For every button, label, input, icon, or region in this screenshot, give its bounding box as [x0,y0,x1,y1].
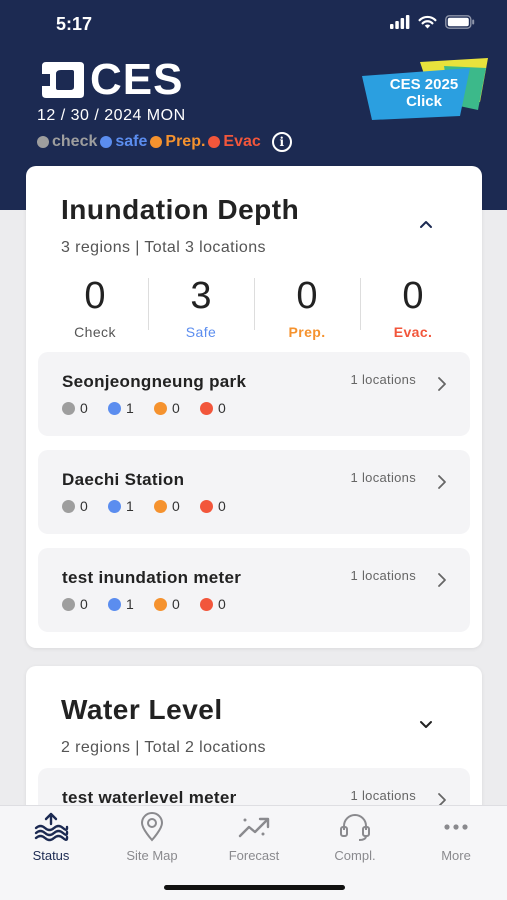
inundation-title: Inundation Depth [61,194,300,225]
more-icon [444,824,468,830]
tab-status[interactable]: Status [6,812,96,863]
water-level-subtitle: 2 regions | Total 2 locations [61,739,266,756]
headset-icon [340,814,370,841]
count-safe: 3 Safe [148,274,254,342]
status-counts: 0 Check 3 Safe 0 Prep. 0 Evac. [42,274,466,342]
status-icons [390,15,475,29]
region-stats: 0 1 0 0 [62,596,246,612]
wifi-icon [418,15,437,29]
tab-label: Status [32,848,70,863]
chevron-down-icon[interactable] [418,716,434,732]
tab-site-map[interactable]: Site Map [107,812,197,863]
logo-mark-icon [38,62,84,98]
region-row-seonjeongneung[interactable]: Seonjeongneung park 1 locations 0 1 0 0 [38,352,470,436]
current-date: 12 / 30 / 2024 MON [37,107,186,124]
region-locations: 1 locations [350,372,416,387]
status-bar: 5:17 [0,0,507,48]
legend-safe: safe [100,133,147,151]
region-locations: 1 locations [350,470,416,485]
region-row-daechi-station[interactable]: Daechi Station 1 locations 0 1 0 0 [38,450,470,534]
chevron-right-icon [438,377,446,391]
region-row-test-inundation-meter[interactable]: test inundation meter 1 locations 0 1 0 … [38,548,470,632]
tab-more[interactable]: More [411,812,501,863]
tab-label: More [441,848,471,863]
tab-forecast[interactable]: Forecast [209,812,299,863]
region-name: test inundation meter [62,568,242,587]
legend-check: check [37,133,97,151]
info-icon[interactable]: i [271,132,292,152]
logo-text: CES [90,55,184,104]
chevron-up-icon[interactable] [418,216,434,232]
tab-label: Compl. [334,848,376,863]
region-locations: 1 locations [350,788,416,803]
region-name: Seonjeongneung park [62,372,247,391]
status-time: 5:17 [56,14,93,34]
inundation-subtitle: 3 regions | Total 3 locations [61,239,266,256]
app-logo: CES [36,58,183,102]
water-level-card: Water Level 2 regions | Total 2 location… [26,666,482,852]
chevron-right-icon [438,475,446,489]
legend-prep: Prep. [150,133,205,151]
region-stats: 0 1 0 0 [62,400,246,416]
inundation-depth-card: Inundation Depth 3 regions | Total 3 loc… [26,166,482,648]
tab-label: Forecast [228,848,280,863]
signal-icon [390,15,410,29]
region-locations: 1 locations [350,568,416,583]
home-indicator [164,885,345,890]
status-legend: check safe Prep. Evac i [37,132,292,152]
count-check: 0 Check [74,275,116,340]
promo-banner-button[interactable]: CES 2025 Click [360,58,490,120]
region-name: Daechi Station [62,470,185,489]
waves-icon [34,812,69,842]
trend-icon [238,817,270,838]
map-pin-icon [140,812,164,842]
chevron-right-icon [438,573,446,587]
water-level-title: Water Level [61,694,223,725]
tab-label: Site Map [126,848,178,863]
legend-evac: Evac [208,133,261,151]
battery-icon [445,15,475,29]
count-prep: 0 Prep. [254,274,360,342]
tab-compl[interactable]: Compl. [310,812,400,863]
promo-text: CES 2025 Click [389,76,459,110]
count-evac: 0 Evac. [360,274,466,342]
region-stats: 0 1 0 0 [62,498,246,514]
